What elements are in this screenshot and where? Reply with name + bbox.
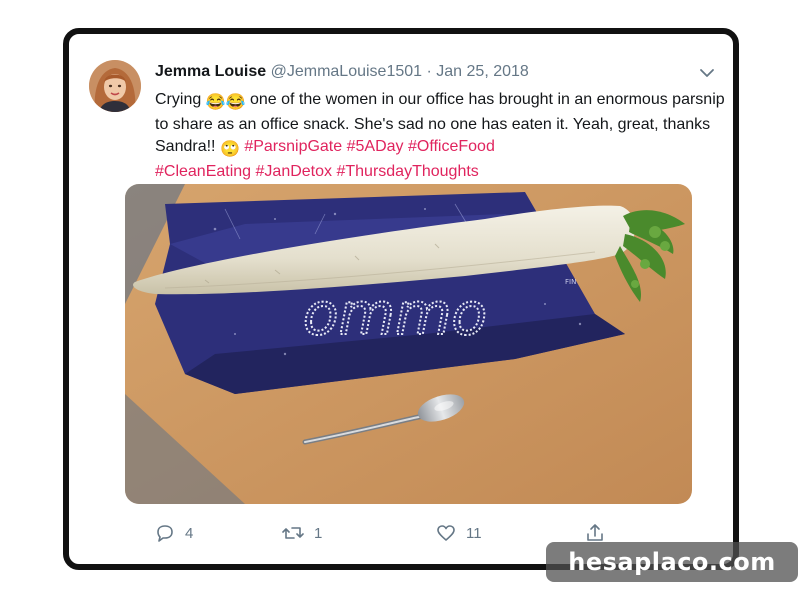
tweet-card[interactable]: Jemma Louise @JemmaLouise1501 · Jan 25, …: [63, 28, 739, 570]
bag-logo: ommo: [303, 280, 487, 348]
author-handle[interactable]: @JemmaLouise1501: [271, 63, 422, 80]
tweet-header: Jemma Louise @JemmaLouise1501 · Jan 25, …: [155, 63, 529, 81]
reply-button[interactable]: 4: [155, 521, 193, 545]
parsnip-photo: ommo FIN: [125, 184, 692, 504]
reply-icon: [157, 525, 173, 542]
avatar-photo: [89, 60, 141, 112]
retweet-icon: [282, 527, 304, 539]
hashtag-link[interactable]: #5ADay: [347, 138, 404, 155]
avatar[interactable]: [89, 60, 141, 112]
crying-laughing-emoji: 😂😂: [205, 94, 246, 111]
hashtag-link[interactable]: #JanDetox: [256, 163, 333, 180]
bag-corner-text: FIN: [565, 278, 576, 286]
hashtag-link[interactable]: #ParsnipGate: [244, 138, 342, 155]
watermark: hesaplaco.com: [546, 542, 798, 582]
tweet-date[interactable]: Jan 25, 2018: [436, 63, 529, 80]
heart-icon: [437, 525, 455, 541]
tweet-text: Crying 😂😂 one of the women in our office…: [155, 89, 725, 183]
hashtag-link[interactable]: #CleanEating: [155, 163, 251, 180]
like-button[interactable]: 11: [436, 521, 482, 545]
page: Jemma Louise @JemmaLouise1501 · Jan 25, …: [0, 0, 800, 600]
hashtag-link[interactable]: #ThursdayThoughts: [336, 163, 478, 180]
chevron-down-icon[interactable]: [699, 66, 715, 80]
reply-count: 4: [185, 524, 194, 542]
like-count: 11: [466, 524, 482, 542]
eye-roll-emoji: 🙄: [219, 141, 240, 158]
author-name[interactable]: Jemma Louise: [155, 63, 266, 80]
share-icon: [587, 524, 603, 541]
retweet-button[interactable]: 1: [282, 521, 322, 545]
hashtag-link[interactable]: #OfficeFood: [408, 138, 495, 155]
tweet-text-part: Crying: [155, 91, 206, 108]
tweet-photo[interactable]: ommo FIN: [125, 184, 692, 504]
separator-dot: ·: [426, 63, 432, 80]
retweet-count: 1: [314, 524, 323, 542]
